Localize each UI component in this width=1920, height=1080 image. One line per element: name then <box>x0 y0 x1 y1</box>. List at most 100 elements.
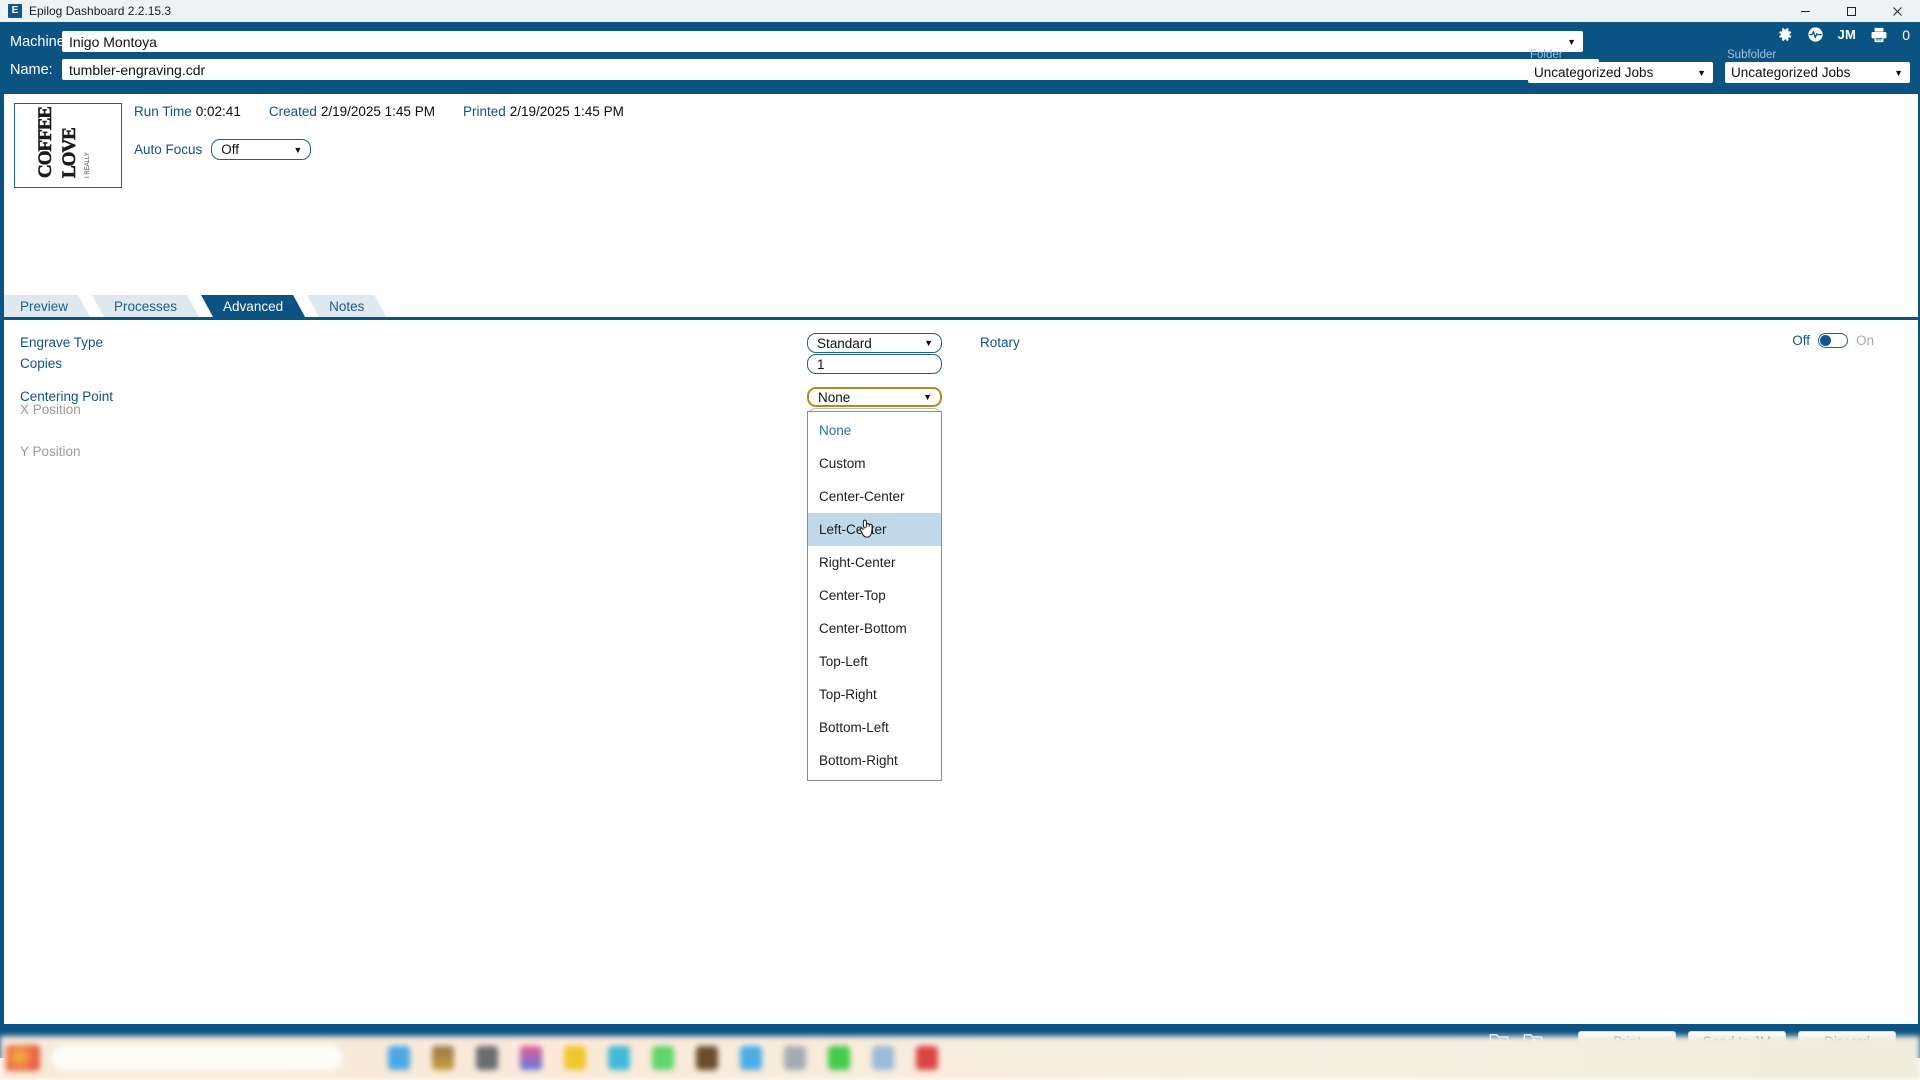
engrave-type-row: Engrave Type <box>20 335 103 350</box>
dropdown-option-label: None <box>819 423 852 438</box>
dropdown-option-label: Bottom-Left <box>819 720 889 735</box>
dropdown-option-top-right[interactable]: Top-Right <box>808 678 941 711</box>
start-button-icon[interactable] <box>6 1045 40 1071</box>
dropdown-option-label: Custom <box>819 456 866 471</box>
taskbar-app-icon[interactable] <box>564 1046 586 1070</box>
chevron-down-icon: ▼ <box>1894 67 1903 78</box>
auto-focus-select[interactable]: Off ▼ <box>211 139 312 160</box>
copies-row: Copies <box>20 356 62 371</box>
job-metadata-line: Run Time 0:02:41 Created 2/19/2025 1:45 PM… <box>134 104 624 119</box>
taskbar-app-icon[interactable] <box>520 1046 542 1070</box>
subfolder-select[interactable]: Uncategorized Jobs ▼ <box>1725 62 1910 83</box>
rotary-toggle-knob <box>1819 335 1831 346</box>
close-button[interactable] <box>1874 0 1920 22</box>
run-time-value: 0:02:41 <box>195 104 241 119</box>
job-metadata: Run Time 0:02:41 Created 2/19/2025 1:45 PM… <box>134 104 624 160</box>
tab-advanced[interactable]: Advanced <box>201 295 305 317</box>
folder-select[interactable]: Uncategorized Jobs ▼ <box>1528 62 1713 83</box>
run-time-label: Run Time <box>134 104 192 119</box>
dropdown-option-center-bottom[interactable]: Center-Bottom <box>808 612 941 645</box>
taskbar-app-icon[interactable] <box>388 1046 410 1070</box>
auto-focus-row: Auto Focus Off ▼ <box>134 139 624 160</box>
subfolder-group: Subfolder Uncategorized Jobs ▼ <box>1725 49 1910 83</box>
taskbar-app-icon[interactable] <box>916 1046 938 1070</box>
taskbar-app-icon[interactable] <box>652 1046 674 1070</box>
rotary-label: Rotary <box>980 335 1020 350</box>
svg-text:LOVE: LOVE <box>59 127 80 177</box>
name-label: Name: <box>10 61 53 78</box>
rotary-toggle[interactable] <box>1817 333 1848 348</box>
tab-processes-label: Processes <box>114 298 178 314</box>
taskbar-app-icon[interactable] <box>432 1046 454 1070</box>
job-name-value: tumbler-engraving.cdr <box>69 61 206 78</box>
dropdown-option-right-center[interactable]: Right-Center <box>808 546 941 579</box>
user-initials[interactable]: JM <box>1838 27 1857 42</box>
taskbar-app-icon[interactable] <box>476 1046 498 1070</box>
tab-bar: Preview Processes Advanced Notes <box>4 298 1918 320</box>
created-value: 2/19/2025 1:45 PM <box>320 104 435 119</box>
dropdown-option-custom[interactable]: Custom <box>808 447 941 480</box>
x-position-label: X Position <box>20 402 81 417</box>
rotary-on-label: On <box>1855 333 1874 348</box>
app-logo-icon: E <box>8 4 22 18</box>
taskbar-app-icon[interactable] <box>740 1046 762 1070</box>
folder-group: Folder Uncategorized Jobs ▼ <box>1528 49 1713 83</box>
taskbar-icons <box>388 1046 938 1070</box>
centering-point-dropdown-list[interactable]: None Custom Center-Center Left-Center Ri… <box>807 411 942 781</box>
window-controls <box>1782 0 1920 22</box>
dropdown-option-none[interactable]: None <box>808 414 941 447</box>
dropdown-option-top-left[interactable]: Top-Left <box>808 645 941 678</box>
dropdown-option-label: Center-Bottom <box>819 621 907 636</box>
app-body: COFFEE LOVE I REALLY Run Time 0:02:41 Cre… <box>4 94 1918 1024</box>
dropdown-option-bottom-left[interactable]: Bottom-Left <box>808 711 941 744</box>
subfolder-value: Uncategorized Jobs <box>1731 65 1851 80</box>
os-title-bar: E Epilog Dashboard 2.2.15.3 <box>0 0 1920 22</box>
dropdown-option-center-center[interactable]: Center-Center <box>808 480 941 513</box>
copies-label: Copies <box>20 356 63 371</box>
dropdown-option-label: Right-Center <box>819 555 896 570</box>
dropdown-option-label: Center-Top <box>819 588 886 603</box>
maximize-button[interactable] <box>1828 0 1874 22</box>
taskbar-app-icon[interactable] <box>872 1046 894 1070</box>
printer-icon[interactable] <box>1870 27 1888 43</box>
taskbar-app-icon[interactable] <box>828 1046 850 1070</box>
rotary-off-label: Off <box>1792 333 1810 348</box>
centering-point-select[interactable]: None ▼ <box>807 387 942 407</box>
svg-text:COFFEE: COFFEE <box>35 107 56 178</box>
taskbar-search-input[interactable] <box>52 1045 342 1071</box>
y-position-row: Y Position <box>20 444 81 459</box>
advanced-settings-panel: Engrave Type Standard ▼ Copies 1 Centeri… <box>4 321 1918 1024</box>
printed-value: 2/19/2025 1:45 PM <box>509 104 624 119</box>
tab-notes[interactable]: Notes <box>307 295 386 317</box>
machine-select[interactable]: Inigo Montoya ▼ <box>62 31 1583 52</box>
machine-label: Machine: <box>10 33 69 50</box>
taskbar-app-icon[interactable] <box>696 1046 718 1070</box>
gear-icon[interactable] <box>1776 26 1793 43</box>
job-thumbnail[interactable]: COFFEE LOVE I REALLY <box>14 103 122 188</box>
chevron-down-icon: ▼ <box>924 338 933 348</box>
job-name-input[interactable]: tumbler-engraving.cdr <box>62 59 1599 80</box>
x-position-row: X Position <box>20 402 81 417</box>
rotary-toggle-group: Off On <box>1792 333 1874 348</box>
chevron-down-icon: ▼ <box>1697 67 1706 78</box>
dropdown-option-center-top[interactable]: Center-Top <box>808 579 941 612</box>
epilog-dashboard-window: Machine: Inigo Montoya ▼ Name: tumbler-e… <box>0 22 1920 1058</box>
dropdown-option-label: Left-Center <box>819 522 887 537</box>
tab-processes[interactable]: Processes <box>92 295 199 317</box>
folder-selectors: Folder Uncategorized Jobs ▼ Subfolder Un… <box>1528 49 1910 83</box>
engrave-type-select[interactable]: Standard ▼ <box>807 333 942 353</box>
activity-pulse-icon[interactable] <box>1807 26 1824 43</box>
chevron-down-icon: ▼ <box>293 144 303 155</box>
minimize-button[interactable] <box>1782 0 1828 22</box>
taskbar-app-icon[interactable] <box>784 1046 806 1070</box>
subfolder-label: Subfolder <box>1727 49 1777 61</box>
taskbar-app-icon[interactable] <box>608 1046 630 1070</box>
run-time: Run Time 0:02:41 <box>134 104 241 119</box>
tab-preview[interactable]: Preview <box>4 295 90 317</box>
dropdown-option-left-center[interactable]: Left-Center <box>808 513 941 546</box>
folder-label: Folder <box>1530 49 1563 61</box>
dropdown-option-bottom-right[interactable]: Bottom-Right <box>808 744 941 777</box>
engrave-type-label: Engrave Type <box>20 335 104 350</box>
tab-notes-label: Notes <box>329 298 365 314</box>
copies-input[interactable]: 1 <box>807 354 942 374</box>
